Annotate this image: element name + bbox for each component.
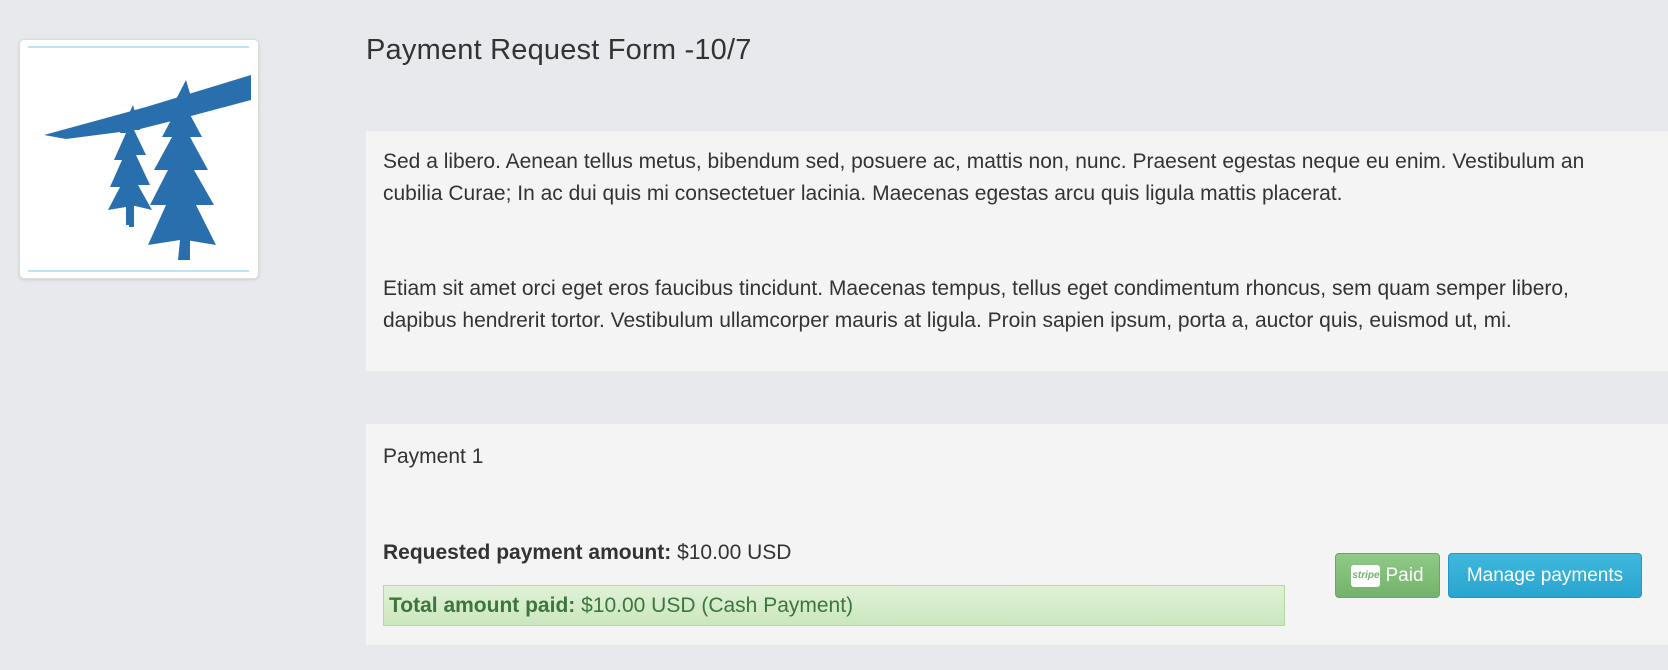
- manage-payments-label: Manage payments: [1466, 564, 1624, 586]
- payment-panel: Payment 1 Requested payment amount: $10.…: [366, 424, 1668, 645]
- manage-payments-button[interactable]: Manage payments: [1448, 553, 1642, 598]
- description-paragraph: Etiam sit amet orci eget eros faucibus t…: [383, 273, 1668, 337]
- pine-trees-logo-icon: [28, 46, 251, 272]
- payment-title: Payment 1: [383, 445, 484, 468]
- description-paragraph: Sed a libero. Aenean tellus metus, biben…: [383, 146, 1668, 210]
- description-line: Sed a libero. Aenean tellus metus, biben…: [383, 150, 1585, 173]
- stripe-icon: stripe: [1351, 564, 1381, 587]
- description-line: Etiam sit amet orci eget eros faucibus t…: [383, 277, 1569, 300]
- description-panel: Sed a libero. Aenean tellus metus, biben…: [366, 131, 1668, 371]
- total-paid-alert: Total amount paid: $10.00 USD (Cash Paym…: [383, 585, 1285, 626]
- logo-card: [19, 39, 259, 279]
- total-paid-label: Total amount paid:: [389, 594, 576, 617]
- paid-button-label: Paid: [1385, 564, 1424, 586]
- requested-amount-label: Requested payment amount:: [383, 541, 672, 564]
- requested-payment-amount: Requested payment amount: $10.00 USD: [383, 541, 791, 565]
- page-title: Payment Request Form -10/7: [366, 34, 752, 66]
- description-line: dapibus hendrerit tortor. Vestibulum ull…: [383, 309, 1512, 332]
- description-line: cubilia Curae; In ac dui quis mi consect…: [383, 182, 1343, 205]
- total-paid-value: $10.00 USD (Cash Payment): [581, 594, 854, 617]
- paid-button[interactable]: stripe Paid: [1335, 553, 1440, 598]
- requested-amount-value: $10.00 USD: [677, 541, 792, 564]
